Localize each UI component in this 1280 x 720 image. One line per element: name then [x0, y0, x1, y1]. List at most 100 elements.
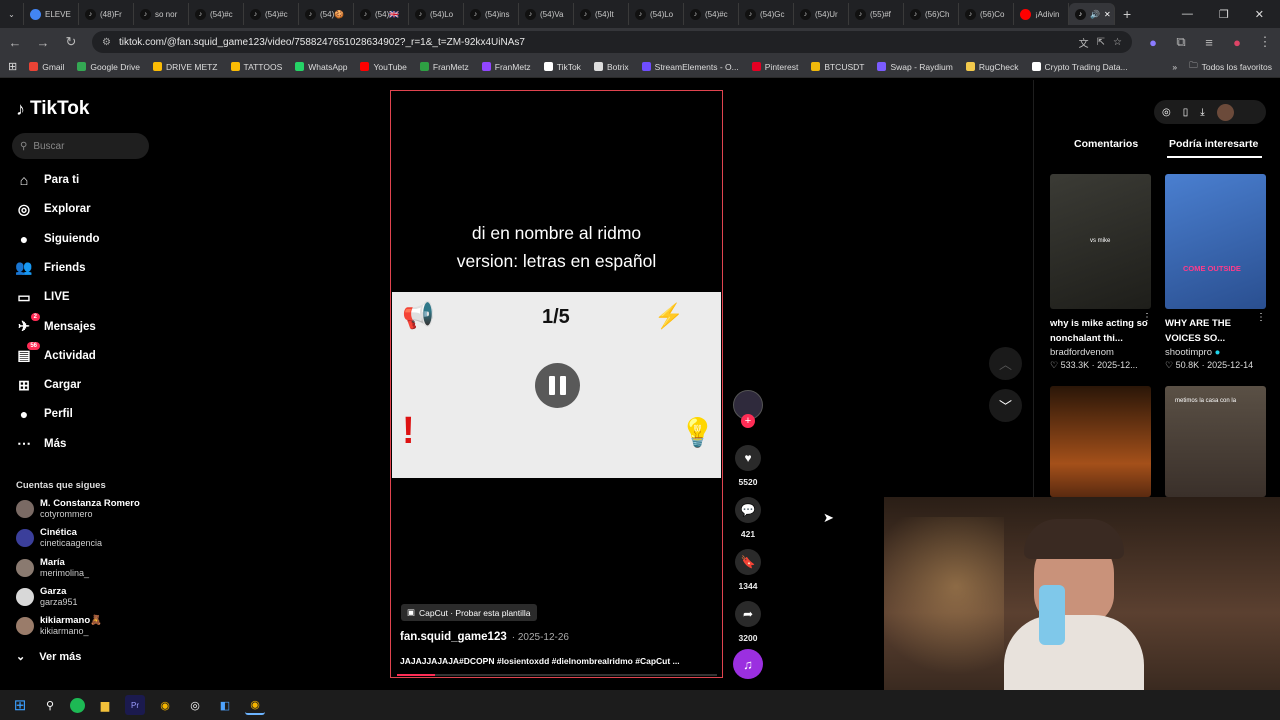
- obs-icon[interactable]: ◎: [185, 695, 205, 715]
- suggested-video-card[interactable]: metimos la casa con la: [1165, 386, 1266, 497]
- sidebar-item-live[interactable]: ▭ LIVE: [16, 289, 69, 305]
- bookmark-icon[interactable]: 🔖: [735, 549, 761, 575]
- author-handle[interactable]: fan.squid_game123: [400, 631, 507, 643]
- close-tab-icon[interactable]: ✕: [1104, 10, 1111, 19]
- bookmark-item[interactable]: YouTube: [360, 62, 407, 72]
- coin-icon[interactable]: ◎: [1162, 107, 1171, 118]
- more-options-icon[interactable]: ⋮: [1256, 312, 1266, 323]
- bookmark-item[interactable]: BTCUSDT: [811, 62, 864, 72]
- bookmark-item[interactable]: Gmail: [29, 62, 64, 72]
- search-input[interactable]: ⚲ Buscar: [12, 133, 149, 159]
- user-avatar[interactable]: [1216, 103, 1234, 121]
- extension-icon[interactable]: ●: [1146, 35, 1160, 50]
- follow-plus-button[interactable]: +: [741, 414, 755, 428]
- bookmark-item[interactable]: Pinterest: [751, 62, 798, 72]
- profile-avatar-icon[interactable]: ●: [1230, 35, 1244, 50]
- all-bookmarks-folder[interactable]: 🗀 Todos los favoritos: [1189, 60, 1272, 74]
- sidebar-item-para-ti[interactable]: ⌂ Para ti: [16, 172, 79, 188]
- bookmark-item[interactable]: TATTOOS: [230, 62, 282, 72]
- next-video-button[interactable]: ﹀: [989, 389, 1022, 422]
- pause-button[interactable]: [535, 363, 580, 408]
- browser-tab[interactable]: ELEVE: [24, 3, 79, 25]
- bookmark-item[interactable]: Google Drive: [77, 62, 140, 72]
- tab-menu-button[interactable]: ⌄: [0, 3, 24, 25]
- video-progress-bar[interactable]: [397, 674, 717, 676]
- browser-tab[interactable]: ♪ (55)#f: [849, 3, 904, 25]
- close-window-icon[interactable]: ✕: [1255, 8, 1264, 21]
- browser-tab[interactable]: ♪ (54)🇬🇧: [354, 3, 409, 25]
- sidebar-item-actividad[interactable]: ▤ 56 Actividad: [16, 341, 96, 364]
- browser-tab[interactable]: ♪ (48)Fr: [79, 3, 134, 25]
- browser-tab[interactable]: ♪ (54)It: [574, 3, 629, 25]
- bookmark-item[interactable]: RugCheck: [965, 62, 1019, 72]
- like-action[interactable]: ♥ 5520: [731, 445, 765, 487]
- tab-comments[interactable]: Comentarios: [1074, 138, 1138, 150]
- followed-account[interactable]: M. Constanza Romero cotyrommero: [16, 498, 140, 520]
- bookmark-item[interactable]: DRIVE METZ: [153, 62, 218, 72]
- address-bar[interactable]: ⚙ tiktok.com/@fan.squid_game123/video/75…: [92, 31, 1132, 53]
- bookmark-item[interactable]: WhatsApp: [295, 62, 347, 72]
- bookmark-item[interactable]: FranMetz: [419, 62, 469, 72]
- apps-grid-icon[interactable]: ⊞: [8, 60, 17, 73]
- browser-tab[interactable]: ♪ (54)#c: [684, 3, 739, 25]
- browser-tab[interactable]: ♪ (54)🍪: [299, 3, 354, 25]
- install-icon[interactable]: ⇱: [1097, 37, 1105, 48]
- capcut-template-link[interactable]: ▣ CapCut · Probar esta plantilla: [401, 604, 537, 621]
- video-caption[interactable]: JAJAJJAJAJA#DCOPN #losientoxdd #dielnomb…: [400, 656, 710, 666]
- tab-suggestions[interactable]: Podría interesarte: [1169, 138, 1258, 150]
- heart-icon[interactable]: ♥: [735, 445, 761, 471]
- bookmark-item[interactable]: Crypto Trading Data...: [1031, 62, 1128, 72]
- comment-icon[interactable]: 💬: [735, 497, 761, 523]
- extensions-puzzle-icon[interactable]: ⧉: [1174, 34, 1188, 50]
- save-action[interactable]: 🔖 1344: [731, 549, 765, 591]
- share-action[interactable]: ➦ 3200: [731, 601, 765, 643]
- browser-tab[interactable]: ♪ (56)Ch: [904, 3, 959, 25]
- sidebar-item-friends[interactable]: 👥 Friends: [15, 259, 85, 276]
- browser-tab[interactable]: ♪ so nor: [134, 3, 189, 25]
- back-icon[interactable]: ←: [8, 35, 22, 50]
- app-icon[interactable]: ◧: [215, 695, 235, 715]
- share-icon[interactable]: ➦: [735, 601, 761, 627]
- bookmark-item[interactable]: StreamElements - O...: [641, 62, 739, 72]
- browser-tab[interactable]: ♪ (54)#c: [244, 3, 299, 25]
- spotify-icon[interactable]: [70, 697, 85, 713]
- browser-tab[interactable]: ♪ (54)Va: [519, 3, 574, 25]
- translate-icon[interactable]: 文: [1079, 35, 1089, 50]
- search-icon[interactable]: ⚲: [40, 695, 60, 715]
- device-icon[interactable]: ▯: [1183, 107, 1189, 118]
- bookmark-item[interactable]: TikTok: [543, 62, 581, 72]
- chrome-icon[interactable]: ◉: [155, 695, 175, 715]
- more-options-icon[interactable]: ⋮: [1142, 312, 1152, 323]
- followed-account[interactable]: María merimolina_: [16, 557, 89, 579]
- followed-account[interactable]: Garza garza951: [16, 586, 78, 608]
- minimize-icon[interactable]: —: [1182, 8, 1193, 20]
- suggested-video-card[interactable]: COME OUTSIDE WHY ARE THE VOICES SO... sh…: [1165, 174, 1266, 371]
- followed-account[interactable]: Cinética cineticaagencia: [16, 527, 102, 549]
- more-bookmarks-icon[interactable]: »: [1172, 62, 1177, 72]
- sidebar-item-perfil[interactable]: ● Perfil: [16, 406, 73, 422]
- browser-tab[interactable]: ♪ (54)Ur: [794, 3, 849, 25]
- sidebar-item-explorar[interactable]: ◎ Explorar: [16, 201, 91, 217]
- maximize-icon[interactable]: ❐: [1219, 8, 1229, 21]
- suggested-video-card[interactable]: [1050, 386, 1151, 497]
- sidebar-item-más[interactable]: ⋯ Más: [16, 435, 66, 452]
- windows-start-icon[interactable]: ⊞: [10, 695, 30, 715]
- file-explorer-icon[interactable]: ▆: [95, 695, 115, 715]
- browser-tab[interactable]: ♪ (54)ins: [464, 3, 519, 25]
- music-disc-icon[interactable]: ♫: [733, 649, 763, 679]
- followed-account[interactable]: kikiarmano🧸 kikiarmano_: [16, 615, 102, 637]
- browser-tab[interactable]: ¡Adivin: [1014, 3, 1069, 25]
- chrome-active-icon[interactable]: ◉: [245, 695, 265, 715]
- forward-icon[interactable]: →: [36, 35, 50, 50]
- browser-tab[interactable]: ♪ (54)Lo: [629, 3, 684, 25]
- sidebar-item-mensajes[interactable]: ✈ 2 Mensajes: [16, 312, 96, 335]
- browser-tab[interactable]: ♪ (54)#c: [189, 3, 244, 25]
- bookmark-item[interactable]: FranMetz: [481, 62, 531, 72]
- tiktok-logo[interactable]: ♪ TikTok: [16, 98, 89, 120]
- bookmark-item[interactable]: Botrix: [593, 62, 629, 72]
- suggested-video-card[interactable]: vs mike why is mike acting so nonchalant…: [1050, 174, 1151, 371]
- browser-tab[interactable]: ♪ (56)Co: [959, 3, 1014, 25]
- site-info-icon[interactable]: ⚙: [102, 37, 111, 48]
- download-icon[interactable]: ⤓: [1200, 107, 1204, 118]
- premiere-icon[interactable]: Pr: [125, 695, 145, 715]
